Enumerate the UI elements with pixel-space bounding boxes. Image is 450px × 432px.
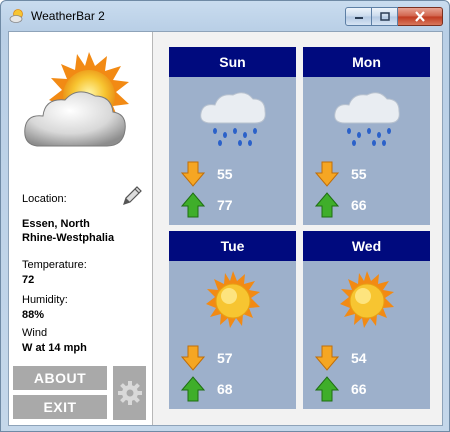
window-title: WeatherBar 2 xyxy=(31,9,105,23)
low-temp-value: 54 xyxy=(351,350,367,366)
low-temp-arrow-icon xyxy=(181,161,205,187)
sunny-icon xyxy=(340,271,394,328)
low-temp-value: 55 xyxy=(351,166,367,182)
exit-button[interactable]: EXIT xyxy=(13,395,107,419)
maximize-button[interactable] xyxy=(372,7,398,26)
about-button[interactable]: ABOUT xyxy=(13,366,107,390)
close-button[interactable] xyxy=(398,7,443,26)
title-bar[interactable]: WeatherBar 2 xyxy=(1,1,449,31)
high-temp-value: 66 xyxy=(351,381,367,397)
temperature-label: Temperature: xyxy=(22,259,87,271)
forecast-card-tue: Tue 57 68 xyxy=(169,231,296,409)
client-area: Location: Essen, North Rhine-Westphalia … xyxy=(8,31,443,426)
current-conditions-panel: Location: Essen, North Rhine-Westphalia … xyxy=(9,32,152,425)
minimize-button[interactable] xyxy=(345,7,372,26)
maximize-icon xyxy=(379,12,390,21)
gear-icon xyxy=(117,381,142,405)
low-temp-value: 57 xyxy=(217,350,233,366)
day-header: Mon xyxy=(303,47,430,77)
low-temp-arrow-icon xyxy=(315,161,339,187)
temperature-value: 72 xyxy=(22,274,35,286)
forecast-card-sun: Sun 55 77 xyxy=(169,47,296,225)
high-temp-value: 66 xyxy=(351,197,367,213)
minimize-icon xyxy=(354,16,363,19)
app-sun-cloud-icon xyxy=(9,9,23,23)
wind-label: Wind xyxy=(22,327,48,339)
app-window: WeatherBar 2 Location: Essen, North Rhin… xyxy=(0,0,450,432)
rain-icon xyxy=(334,92,400,146)
high-temp-arrow-icon xyxy=(181,192,205,218)
day-header: Sun xyxy=(169,47,296,77)
close-icon xyxy=(415,11,425,22)
day-header: Wed xyxy=(303,231,430,261)
location-value: Essen, North Rhine-Westphalia xyxy=(22,217,114,245)
humidity-value: 88% xyxy=(22,309,45,321)
sunny-icon xyxy=(206,271,260,328)
high-temp-arrow-icon xyxy=(315,376,339,402)
location-label: Location: xyxy=(22,193,67,205)
humidity-label: Humidity: xyxy=(22,294,68,306)
low-temp-arrow-icon xyxy=(181,345,205,371)
edit-location-pencil-icon[interactable] xyxy=(120,184,144,208)
forecast-card-wed: Wed 54 66 xyxy=(303,231,430,409)
location-line-2: Rhine-Westphalia xyxy=(22,232,115,244)
high-temp-arrow-icon xyxy=(315,192,339,218)
day-header: Tue xyxy=(169,231,296,261)
settings-button[interactable] xyxy=(113,366,146,420)
high-temp-value: 68 xyxy=(217,381,233,397)
high-temp-value: 77 xyxy=(217,197,233,213)
high-temp-arrow-icon xyxy=(181,376,205,402)
location-line-1: Essen, North xyxy=(22,218,90,230)
forecast-card-mon: Mon 55 66 xyxy=(303,47,430,225)
low-temp-value: 55 xyxy=(217,166,233,182)
forecast-panel: Sun 55 77 Mon 55 66 Tue 57 68 Wed 54 66 xyxy=(153,32,442,425)
partly-cloudy-icon xyxy=(24,52,129,147)
rain-icon xyxy=(200,92,266,146)
wind-value: W at 14 mph xyxy=(22,342,87,354)
low-temp-arrow-icon xyxy=(315,345,339,371)
